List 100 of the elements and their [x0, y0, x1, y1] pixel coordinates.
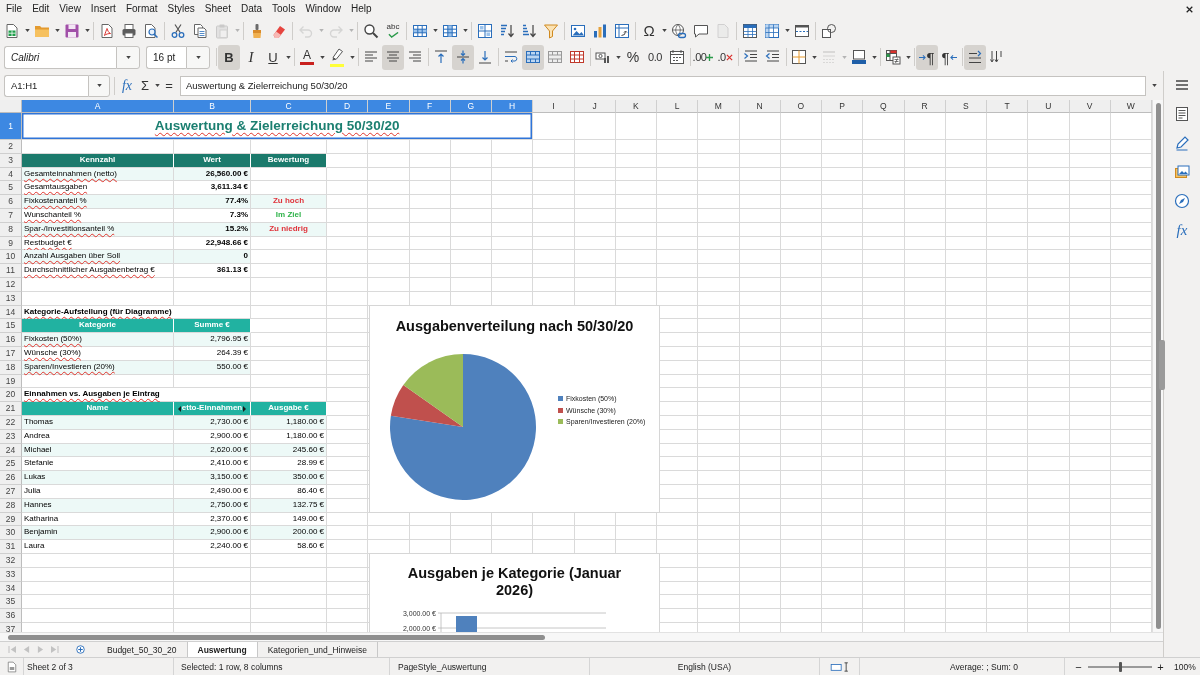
caret-icon — [615, 55, 621, 59]
column-header[interactable]: T — [987, 100, 1029, 113]
header-label: etto-Einnahmen — [181, 402, 243, 415]
row-header[interactable]: 26 — [0, 471, 22, 485]
column-header[interactable]: R — [904, 100, 946, 113]
sheet-tab[interactable]: Kategorien_und_Hinweise — [257, 642, 378, 657]
functions-button[interactable]: fx — [1171, 219, 1193, 241]
menu-item[interactable]: File — [1, 1, 28, 17]
row-header[interactable]: 20 — [0, 388, 22, 403]
column-header[interactable]: G — [450, 100, 492, 113]
column-header[interactable]: F — [409, 100, 451, 113]
column-header[interactable]: L — [657, 100, 699, 113]
column-header[interactable]: D — [327, 100, 369, 113]
close-button[interactable] — [1185, 4, 1194, 14]
caret-icon — [811, 55, 817, 59]
spelling-button[interactable]: abc — [382, 19, 404, 42]
column-header[interactable]: B — [174, 100, 251, 113]
zoom-out-button[interactable]: − — [1074, 660, 1083, 673]
column-header[interactable]: J — [574, 100, 616, 113]
right-to-left-button[interactable]: ¶ — [938, 44, 960, 70]
add-sheet-button[interactable] — [76, 642, 87, 657]
caret-icon — [195, 55, 201, 59]
row-header[interactable]: 15 — [0, 319, 22, 334]
page-style[interactable]: PageStyle_Auswertung — [390, 658, 590, 675]
column-header[interactable]: O — [780, 100, 822, 113]
font-color-button[interactable]: A — [296, 44, 318, 70]
column-header[interactable]: P — [822, 100, 864, 113]
sheet-tab[interactable]: Budget_50_30_20 — [97, 642, 188, 657]
table-row-highlight-icon — [412, 22, 428, 39]
column-header[interactable]: K — [615, 100, 657, 113]
column-header[interactable]: A — [22, 100, 174, 113]
caret-icon — [154, 84, 160, 87]
column-header[interactable]: Q — [863, 100, 905, 113]
row-header[interactable]: 30 — [0, 526, 22, 541]
center-vertically-button[interactable] — [452, 44, 474, 70]
column-header[interactable]: M — [698, 100, 740, 113]
table-cell: 3,150.00 € — [174, 471, 251, 485]
menu-item[interactable]: Help — [346, 1, 377, 17]
column-header[interactable]: N — [739, 100, 781, 113]
underline-button[interactable]: U — [262, 44, 284, 70]
italic-button[interactable]: I — [240, 44, 262, 70]
zoom-in-button[interactable]: + — [1156, 660, 1165, 673]
menu-item[interactable]: Sheet — [199, 1, 236, 17]
menu-item[interactable]: Tools — [267, 1, 301, 17]
column-header[interactable]: C — [251, 100, 327, 113]
row-header[interactable]: 5 — [0, 181, 22, 196]
column-header[interactable]: I — [533, 100, 575, 113]
row-header[interactable]: 25 — [0, 457, 22, 472]
pictures-icon — [1174, 164, 1190, 180]
column-header[interactable]: S — [945, 100, 987, 113]
name-box-field[interactable]: A1:H1 — [4, 74, 88, 97]
formula-button[interactable]: = — [161, 74, 177, 97]
column-header[interactable]: E — [368, 100, 410, 113]
row-header[interactable]: 6 — [0, 195, 22, 209]
scrollbar-thumb[interactable] — [1156, 103, 1161, 629]
sheet-tab[interactable]: Auswertung — [187, 642, 258, 657]
rectangle-text-cursor-icon[interactable] — [830, 661, 849, 672]
column-header[interactable]: W — [1110, 100, 1152, 113]
scrollbar-thumb[interactable] — [8, 634, 545, 640]
language[interactable]: English (USA) — [590, 658, 820, 675]
menu-item[interactable]: Data — [235, 1, 268, 17]
align-top-icon — [433, 49, 449, 65]
column-header[interactable]: V — [1069, 100, 1111, 113]
column-header[interactable]: H — [492, 100, 534, 113]
menu-item[interactable]: View — [54, 1, 86, 17]
delete-decimal-button[interactable]: .0 — [714, 44, 736, 70]
row-header[interactable]: 1 — [0, 113, 22, 140]
row-header[interactable]: 11 — [0, 264, 22, 278]
merge-and-center-button[interactable] — [522, 44, 544, 70]
row-header[interactable]: 21 — [0, 402, 22, 416]
menu-item[interactable]: Format — [120, 1, 163, 17]
font-name-field[interactable]: Calibri — [4, 45, 116, 69]
function-wizard-button[interactable]: fx — [119, 74, 135, 97]
menu-item[interactable]: Edit — [27, 1, 55, 17]
spreadsheet-grid[interactable] — [0, 100, 1152, 632]
compass-icon — [1174, 193, 1190, 209]
formula-input-field[interactable]: Auswertung & Zielerreichung 50/30/20 — [180, 75, 1146, 96]
row-header[interactable]: 35 — [0, 595, 22, 610]
row-header[interactable]: 16 — [0, 333, 22, 347]
slider-thumb[interactable] — [1118, 661, 1122, 672]
add-decimal-button[interactable]: .00 — [692, 44, 714, 70]
bold-button[interactable]: B — [218, 44, 240, 70]
row-header[interactable]: 10 — [0, 250, 22, 265]
percent-format-button[interactable]: % — [622, 44, 644, 70]
menu-item[interactable]: Insert — [85, 1, 121, 17]
row-header[interactable]: 36 — [0, 609, 22, 623]
menu-item[interactable]: Styles — [162, 1, 200, 17]
font-size-field[interactable]: 16 pt — [146, 45, 186, 69]
row-header[interactable]: 2 — [0, 140, 22, 154]
row-header[interactable]: 31 — [0, 540, 22, 554]
standard-format-button[interactable]: 0.0 — [644, 44, 666, 70]
underline-bar-icon — [300, 61, 314, 66]
text-direction-horizontal-button[interactable] — [964, 44, 986, 70]
column-header[interactable]: U — [1028, 100, 1070, 113]
table-cell: Zu hoch — [251, 195, 327, 209]
left-to-right-button[interactable]: ¶ — [916, 44, 938, 70]
sidebar-handle[interactable] — [1159, 340, 1165, 390]
menu-item[interactable]: Window — [300, 1, 346, 17]
special-character-button[interactable]: Ω — [638, 19, 660, 42]
sum-button[interactable]: Σ — [137, 74, 153, 97]
